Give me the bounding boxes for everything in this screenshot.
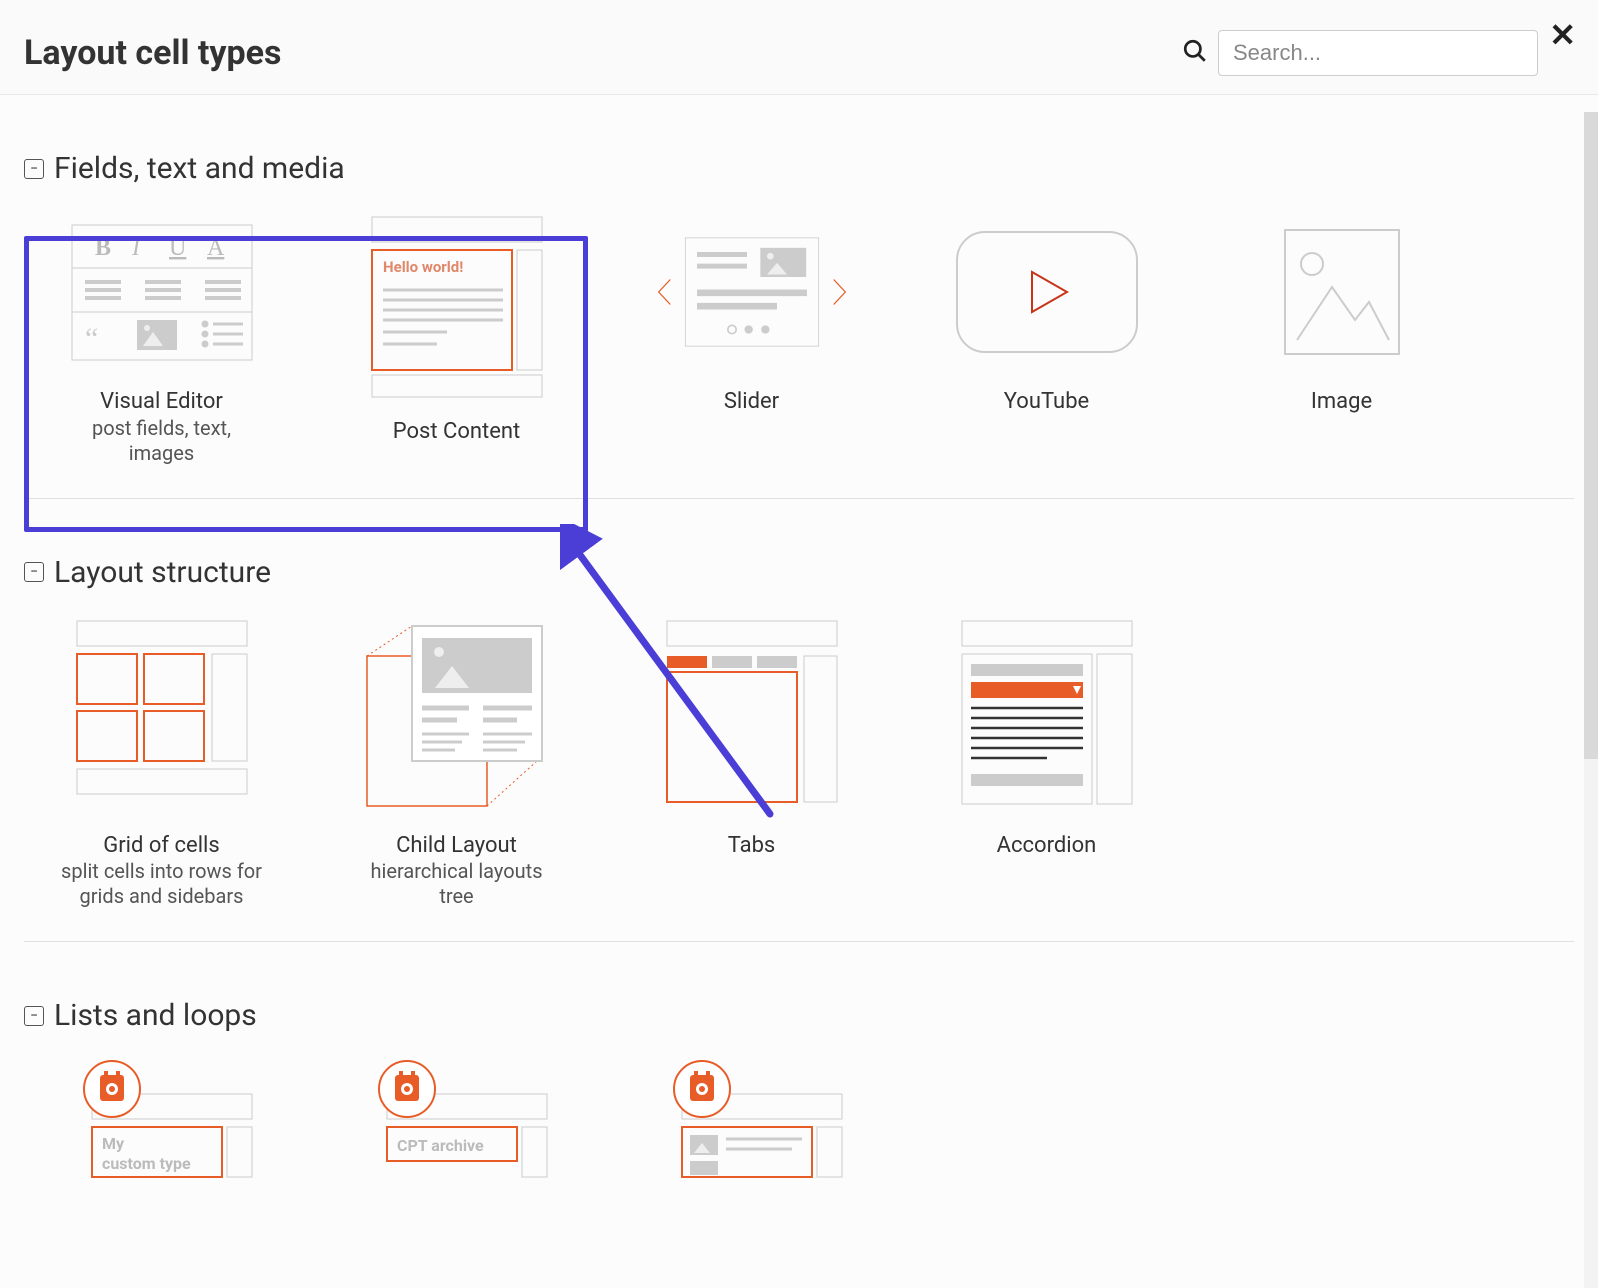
cell-post-content[interactable]: Hello world! Post Content xyxy=(319,212,594,466)
search-input[interactable] xyxy=(1218,30,1538,76)
svg-text:B: B xyxy=(95,235,111,261)
cell-label: Tabs xyxy=(614,832,889,860)
cell-label: Accordion xyxy=(909,832,1184,860)
svg-text:CPT archive: CPT archive xyxy=(397,1136,484,1155)
loop-image-list-icon xyxy=(652,1059,852,1179)
cell-grid-of-cells[interactable]: Grid of cells split cells into rows for … xyxy=(24,616,299,910)
svg-text:I: I xyxy=(131,235,141,261)
cell-youtube[interactable]: YouTube xyxy=(909,212,1184,466)
cell-sublabel: split cells into rows for xyxy=(24,859,299,884)
svg-text:My: My xyxy=(102,1134,125,1153)
collapse-toggle-icon[interactable]: − xyxy=(24,159,44,179)
section-heading-fields: − Fields, text and media xyxy=(24,151,1574,186)
cell-tabs[interactable]: Tabs xyxy=(614,616,889,910)
cell-visual-editor[interactable]: B I U A “ xyxy=(24,212,299,466)
content-scroll: − Fields, text and media B I U A xyxy=(0,95,1598,1275)
svg-text:custom type: custom type xyxy=(102,1154,191,1173)
loop-cpt-archive-icon: CPT archive xyxy=(357,1059,557,1179)
cell-label: Image xyxy=(1204,388,1479,416)
svg-text:Hello world!: Hello world! xyxy=(383,258,463,276)
cell-label: Visual Editor xyxy=(24,388,299,416)
dialog-header: Layout cell types ✕ xyxy=(0,0,1598,95)
svg-text:“: “ xyxy=(85,322,98,355)
tabs-icon xyxy=(652,616,852,816)
close-icon[interactable]: ✕ xyxy=(1549,16,1576,54)
cell-sublabel: grids and sidebars xyxy=(24,884,299,909)
section-title-text: Layout structure xyxy=(54,555,271,590)
search-group xyxy=(1182,30,1538,76)
cell-label: Child Layout xyxy=(319,832,594,860)
section-title-text: Lists and loops xyxy=(54,998,257,1033)
svg-text:U: U xyxy=(169,235,186,261)
child-layout-icon xyxy=(357,616,557,816)
accordion-icon xyxy=(947,616,1147,816)
cell-slider[interactable]: Slider xyxy=(614,212,889,466)
youtube-icon xyxy=(947,212,1147,372)
section-heading-loops: − Lists and loops xyxy=(24,998,1574,1033)
section-grid-loops: My custom type CPT archive xyxy=(24,1059,1574,1227)
cell-label: Post Content xyxy=(319,418,594,446)
post-content-icon: Hello world! xyxy=(357,212,557,402)
cell-child-layout[interactable]: Child Layout hierarchical layouts tree xyxy=(319,616,594,910)
cell-image[interactable]: Image xyxy=(1204,212,1479,466)
slider-icon xyxy=(652,212,852,372)
cell-cpt-archive[interactable]: CPT archive xyxy=(319,1059,594,1195)
cell-my-custom-type[interactable]: My custom type xyxy=(24,1059,299,1195)
collapse-toggle-icon[interactable]: − xyxy=(24,1006,44,1026)
cell-label: YouTube xyxy=(909,388,1184,416)
cell-sublabel: hierarchical layouts xyxy=(319,859,594,884)
cell-sublabel: post fields, text, xyxy=(24,416,299,441)
page-title: Layout cell types xyxy=(24,33,1182,73)
section-grid-layout: Grid of cells split cells into rows for … xyxy=(24,616,1574,943)
svg-text:A: A xyxy=(207,235,225,261)
cell-label: Slider xyxy=(614,388,889,416)
cell-sublabel: tree xyxy=(319,884,594,909)
loop-custom-type-icon: My custom type xyxy=(62,1059,262,1179)
collapse-toggle-icon[interactable]: − xyxy=(24,562,44,582)
cell-label: Grid of cells xyxy=(24,832,299,860)
section-title-text: Fields, text and media xyxy=(54,151,345,186)
visual-editor-icon: B I U A “ xyxy=(62,212,262,372)
cell-accordion[interactable]: Accordion xyxy=(909,616,1184,910)
cell-loop-image-list[interactable] xyxy=(614,1059,889,1195)
image-icon xyxy=(1242,212,1442,372)
section-heading-layout: − Layout structure xyxy=(24,555,1574,590)
section-grid-fields: B I U A “ xyxy=(24,212,1574,499)
cell-sublabel: images xyxy=(24,441,299,466)
scrollbar[interactable] xyxy=(1584,112,1598,1288)
scrollbar-thumb[interactable] xyxy=(1584,112,1598,759)
grid-of-cells-icon xyxy=(62,616,262,816)
search-icon xyxy=(1182,38,1208,68)
